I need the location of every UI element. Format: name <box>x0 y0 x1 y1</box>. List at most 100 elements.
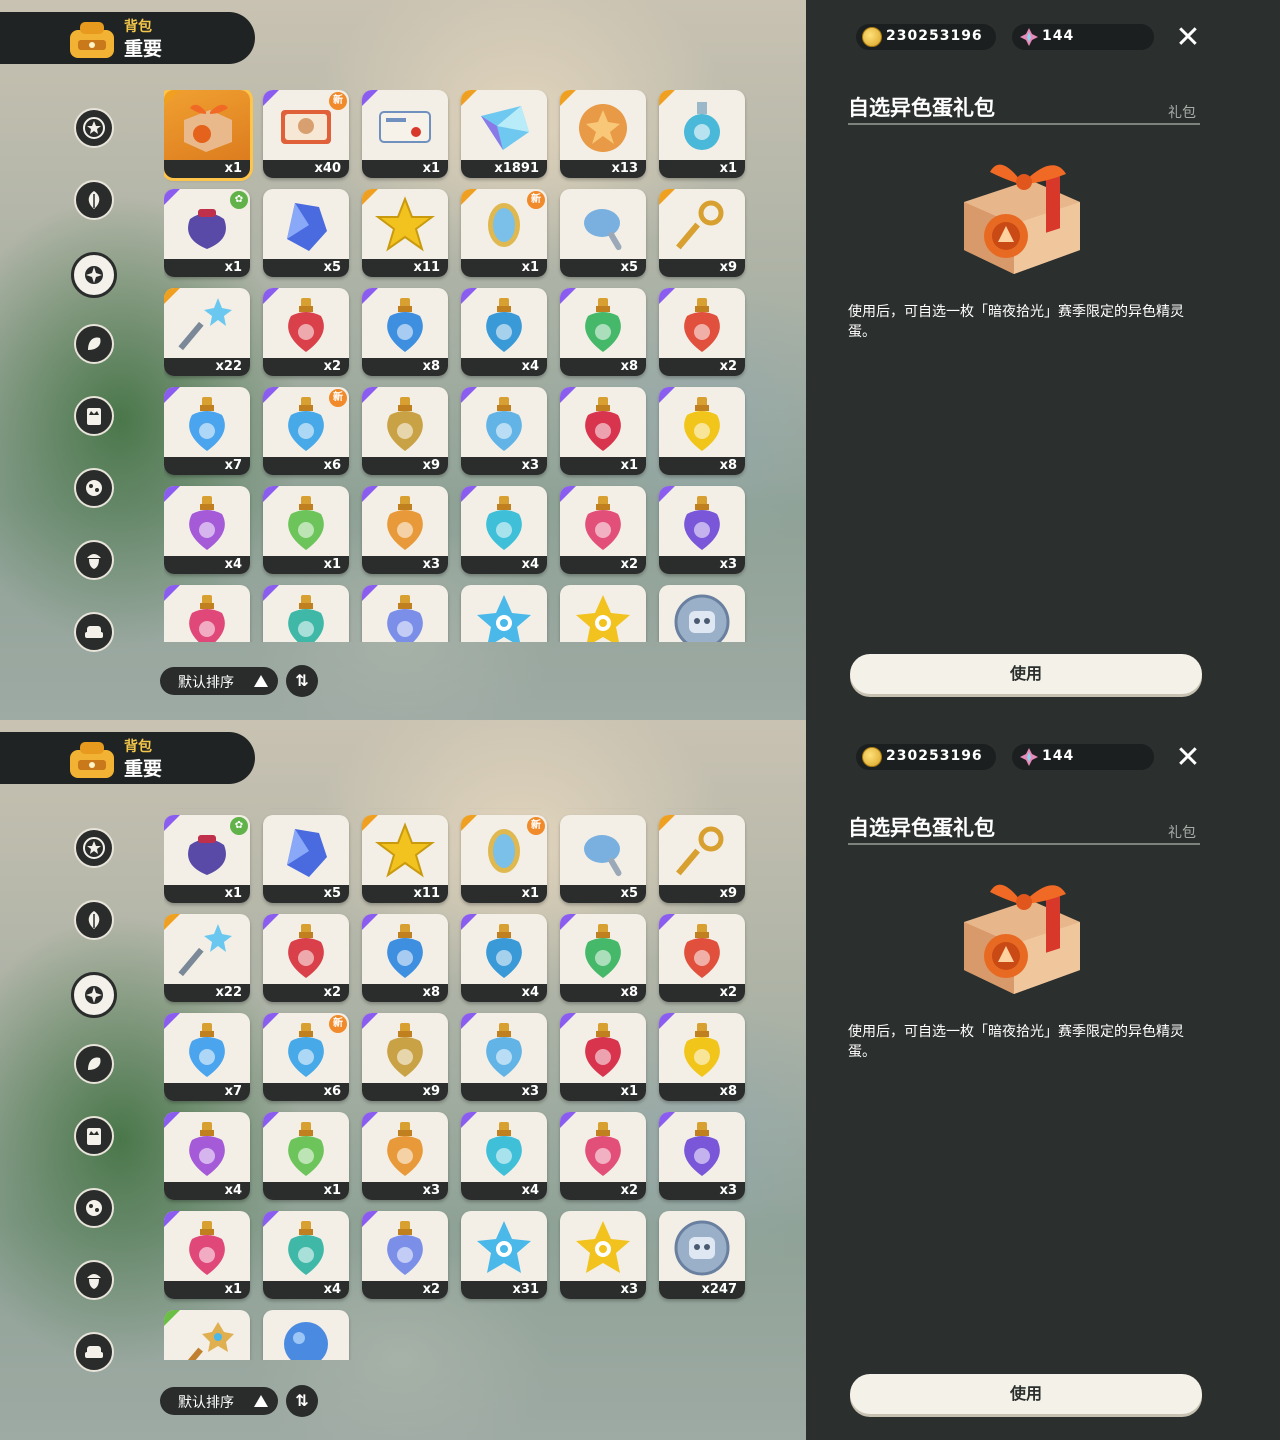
category-tab-armchair[interactable] <box>74 1332 114 1372</box>
inventory-slot[interactable]: x2 <box>362 1211 448 1299</box>
inventory-slot[interactable]: x2 <box>560 486 646 574</box>
inventory-slot[interactable]: x1 ✿ <box>164 189 250 277</box>
category-tab-acorn[interactable] <box>74 540 114 580</box>
inventory-slot[interactable]: x4 <box>461 486 547 574</box>
category-tab-leaf[interactable] <box>74 900 114 940</box>
category-tab-leaf[interactable] <box>74 180 114 220</box>
inventory-slot[interactable]: x1891 <box>461 90 547 178</box>
inventory-slot[interactable]: x4 <box>461 914 547 1002</box>
inventory-slot[interactable]: x5 <box>560 815 646 903</box>
inventory-slot[interactable]: x9 <box>659 189 745 277</box>
inventory-slot[interactable]: x5 <box>263 815 349 903</box>
inventory-slot[interactable]: x13 <box>560 90 646 178</box>
inventory-slot[interactable]: x2 <box>560 1112 646 1200</box>
use-button[interactable]: 使用 <box>850 1374 1202 1414</box>
category-tab-crown-card[interactable] <box>74 1116 114 1156</box>
inventory-slot[interactable]: x1 <box>164 585 250 642</box>
inventory-slot[interactable]: x8 <box>362 914 448 1002</box>
item-quantity: x8 <box>560 984 646 1002</box>
potion-item-icon <box>585 496 621 550</box>
inventory-slot[interactable]: x1 <box>659 90 745 178</box>
inventory-slot[interactable]: x4 <box>263 1211 349 1299</box>
inventory-slot[interactable]: x3 <box>560 585 646 642</box>
inventory-slot[interactable]: x31 <box>461 1211 547 1299</box>
inventory-slot[interactable]: x4 <box>263 585 349 642</box>
inventory-slot[interactable]: x2 <box>263 1310 349 1360</box>
use-button[interactable]: 使用 <box>850 654 1202 694</box>
sort-order-toggle-button[interactable]: ⇅ <box>286 1385 318 1417</box>
category-tab-star-badge[interactable] <box>74 108 114 148</box>
inventory-slot[interactable]: x1 ✿ <box>164 815 250 903</box>
item-quantity: x1891 <box>461 160 547 178</box>
category-tab-crown-card[interactable] <box>74 396 114 436</box>
sort-dropdown[interactable]: 默认排序 <box>160 667 278 695</box>
inventory-slot[interactable]: x8 <box>362 288 448 376</box>
inventory-slot[interactable]: x5 <box>560 189 646 277</box>
inventory-slot[interactable]: x8 <box>659 387 745 475</box>
inventory-slot[interactable]: x22 <box>164 914 250 1002</box>
close-button[interactable]: ✕ <box>1172 22 1204 54</box>
inventory-slot[interactable]: x1 <box>362 90 448 178</box>
inventory-slot[interactable]: x2 <box>659 288 745 376</box>
sort-order-toggle-button[interactable]: ⇅ <box>286 665 318 697</box>
inventory-slot[interactable]: x4 <box>164 1112 250 1200</box>
inventory-slot[interactable]: x247 <box>659 1211 745 1299</box>
category-tab-acorn[interactable] <box>74 1260 114 1300</box>
inventory-slot[interactable]: x4 <box>461 1112 547 1200</box>
inventory-slot[interactable]: x1 <box>263 1112 349 1200</box>
inventory-slot[interactable]: x3 <box>362 1112 448 1200</box>
category-tab-petal[interactable] <box>74 324 114 364</box>
inventory-slot[interactable]: x22 <box>164 288 250 376</box>
inventory-slot[interactable]: x8 <box>560 288 646 376</box>
inventory-slot[interactable]: x31 <box>461 585 547 642</box>
inventory-slot[interactable]: x11 <box>362 815 448 903</box>
inventory-slot[interactable]: x2 <box>263 288 349 376</box>
inventory-slot[interactable]: x2 <box>263 914 349 1002</box>
category-tab-ball[interactable] <box>74 468 114 508</box>
category-tab-petal[interactable] <box>74 1044 114 1084</box>
inventory-slot[interactable]: x4 <box>461 288 547 376</box>
inventory-slot[interactable]: x1 <box>560 1013 646 1101</box>
inventory-slot[interactable]: x1 <box>560 387 646 475</box>
crystal-item-icon <box>287 829 327 877</box>
sort-dropdown[interactable]: 默认排序 <box>160 1387 278 1415</box>
inventory-slot[interactable]: x3 <box>659 1112 745 1200</box>
inventory-slot[interactable]: x1 新 <box>461 815 547 903</box>
inventory-slot[interactable]: x4 <box>164 486 250 574</box>
inventory-slot[interactable]: x7 <box>164 1013 250 1101</box>
inventory-slot[interactable]: x3 <box>560 1211 646 1299</box>
inventory-slot[interactable]: x40 新 <box>263 90 349 178</box>
category-tab-star-badge[interactable] <box>74 828 114 868</box>
potion-item-icon <box>684 1023 720 1077</box>
close-button[interactable]: ✕ <box>1172 742 1204 774</box>
inventory-slot[interactable]: x9 <box>362 1013 448 1101</box>
inventory-slot[interactable]: x6 新 <box>263 1013 349 1101</box>
item-grid-viewport[interactable]: x1x40新x1x1891x13x1x1✿x5x11x1新x5x9x22x2x8… <box>164 90 764 642</box>
inventory-slot[interactable]: x3 <box>461 1013 547 1101</box>
inventory-slot[interactable]: x9 <box>362 387 448 475</box>
inventory-slot[interactable]: x3 <box>659 486 745 574</box>
item-grid-viewport[interactable]: x1x40新x1x1891x13x1x1✿x5x11x1新x5x9x22x2x8… <box>164 808 764 1360</box>
inventory-slot[interactable]: x11 <box>362 189 448 277</box>
inventory-slot[interactable]: x8 <box>560 914 646 1002</box>
inventory-slot[interactable]: x1 <box>263 486 349 574</box>
inventory-slot[interactable]: x2 <box>362 585 448 642</box>
inventory-slot[interactable]: x2 <box>659 914 745 1002</box>
inventory-slot[interactable]: x1 <box>164 1310 250 1360</box>
inventory-slot[interactable]: x6 新 <box>263 387 349 475</box>
inventory-slot[interactable]: x5 <box>263 189 349 277</box>
inventory-slot[interactable]: x7 <box>164 387 250 475</box>
inventory-slot[interactable]: x9 <box>659 815 745 903</box>
category-tab-ball[interactable] <box>74 1188 114 1228</box>
inventory-slot[interactable]: x1 <box>164 1211 250 1299</box>
inventory-slot[interactable]: x3 <box>362 486 448 574</box>
inventory-slot[interactable]: x8 <box>659 1013 745 1101</box>
inventory-slot[interactable]: x1 新 <box>461 189 547 277</box>
inventory-slot[interactable]: x247 <box>659 585 745 642</box>
coin-amount: 230253196 <box>886 28 983 44</box>
category-tab-armchair[interactable] <box>74 612 114 652</box>
inventory-slot[interactable]: x1 <box>164 90 253 181</box>
category-tab-sparkle-compass[interactable] <box>71 252 117 298</box>
inventory-slot[interactable]: x3 <box>461 387 547 475</box>
category-tab-sparkle-compass[interactable] <box>71 972 117 1018</box>
